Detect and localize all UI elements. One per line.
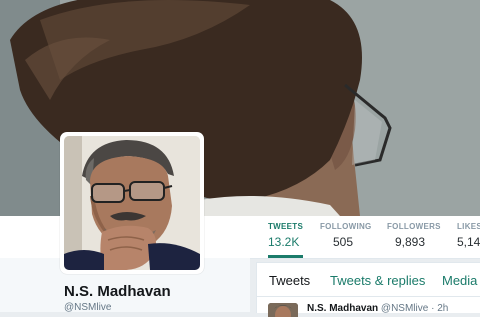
profile-name: N.S. Madhavan [64,283,171,300]
avatar-illustration [64,136,200,270]
profile-avatar[interactable] [60,132,204,274]
stat-label: FOLLOWERS [387,222,441,231]
tab-tweets[interactable]: Tweets [269,273,310,288]
stat-label: TWEETS [268,222,304,231]
tab-media[interactable]: Media [442,273,477,288]
avatar-image [64,136,200,270]
stat-value: 505 [333,235,354,249]
stat-tweets[interactable]: TWEETS 13.2K [268,222,304,258]
stat-label: LIKES [457,222,480,231]
tab-tweets-and-replies[interactable]: Tweets & replies [330,273,425,288]
tweet-author-name[interactable]: N.S. Madhavan [307,303,378,314]
profile-handle[interactable]: @NSMlive [64,302,111,313]
stat-value: 9,893 [395,235,426,249]
stat-label: FOLLOWING [320,222,372,231]
tabs-divider [257,296,480,297]
tweet-header: N.S. Madhavan @NSMlive · 2h [307,303,448,314]
stat-followers[interactable]: FOLLOWERS 9,893 [387,222,441,258]
tweet-author-handle[interactable]: @NSMlive [381,303,428,314]
timeline-panel: Tweets Tweets & replies Media N.S. Madha… [256,262,480,317]
stat-value: 5,14 [457,235,480,249]
tweet-avatar-image [268,303,298,317]
stat-value: 13.2K [268,235,300,249]
tweet-time[interactable]: 2h [437,303,448,314]
tweet-separator: · [431,303,435,314]
tweet-avatar[interactable] [268,303,298,317]
stat-likes[interactable]: LIKES 5,14 [457,222,480,258]
stat-following[interactable]: FOLLOWING 505 [320,222,372,258]
